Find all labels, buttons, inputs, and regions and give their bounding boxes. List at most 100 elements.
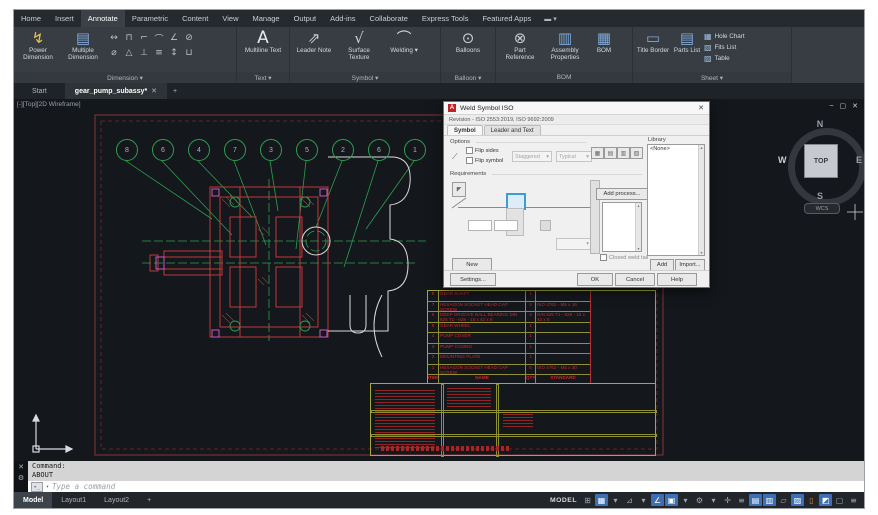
- status-toggle-icon[interactable]: ▦: [595, 494, 608, 506]
- status-toggle-icon[interactable]: ∠: [651, 494, 664, 506]
- multiline-text-button[interactable]: A Multiline Text: [242, 29, 284, 54]
- status-toggle-icon[interactable]: ≡: [847, 494, 860, 506]
- dimension-tool-icon[interactable]: ↔: [107, 31, 121, 45]
- ribbon-tab[interactable]: Annotate: [80, 10, 125, 27]
- panel-footer-dimension[interactable]: Dimension ▾: [14, 72, 236, 83]
- dimension-tool-icon[interactable]: ≡: [152, 46, 166, 60]
- fits-list-button[interactable]: ▧ Fits List: [704, 43, 745, 52]
- balloon-callout[interactable]: 2: [332, 139, 354, 161]
- multiple-dimension-button[interactable]: ▤ Multiple Dimension: [62, 29, 104, 61]
- command-input[interactable]: ▸_ ▾ Type a command: [28, 481, 864, 492]
- tab-leader-and-text[interactable]: Leader and Text: [483, 125, 541, 135]
- viewport-controls-label[interactable]: [-][Top][2D Wireframe]: [17, 101, 81, 108]
- ok-button[interactable]: OK: [577, 273, 613, 286]
- settings-button[interactable]: Settings...: [450, 273, 496, 286]
- symbol-layout-button-2[interactable]: ▤: [604, 147, 617, 159]
- ribbon-tab[interactable]: Collaborate: [363, 10, 415, 27]
- status-toggle-icon[interactable]: ▾: [679, 494, 692, 506]
- balloon-callout[interactable]: 6: [368, 139, 390, 161]
- command-close-icon[interactable]: ✕: [18, 463, 24, 471]
- viewcube-west[interactable]: W: [778, 155, 787, 165]
- status-toggle-icon[interactable]: ▣: [665, 494, 678, 506]
- symbol-layout-button-4[interactable]: ▧: [630, 147, 643, 159]
- parts-list-button[interactable]: ▤ Parts List: [673, 29, 701, 54]
- model-space-canvas[interactable]: [-][Top][2D Wireframe] – ▢ ✕ 8 6 4 7 3 5…: [14, 99, 864, 461]
- power-dimension-button[interactable]: ↯ Power Dimension: [17, 29, 59, 61]
- dialog-title-bar[interactable]: A Weld Symbol ISO ✕: [444, 102, 709, 115]
- status-toggle-icon[interactable]: ⊞: [581, 494, 594, 506]
- balloon-callout[interactable]: 7: [224, 139, 246, 161]
- balloon-callout[interactable]: 8: [116, 139, 138, 161]
- layout-tab[interactable]: Layout2: [95, 492, 138, 508]
- library-listbox[interactable]: <None> ▴ ▾: [647, 144, 705, 256]
- dimension-tool-icon[interactable]: ⌒: [152, 31, 166, 45]
- dimension-tool-icon[interactable]: ⊘: [182, 31, 196, 45]
- status-toggle-icon[interactable]: ▾: [707, 494, 720, 506]
- ribbon-tab[interactable]: Parametric: [125, 10, 175, 27]
- balloon-callout[interactable]: 3: [260, 139, 282, 161]
- status-toggle-icon[interactable]: ▯: [805, 494, 818, 506]
- dimension-tool-icon[interactable]: ↕: [167, 46, 181, 60]
- closed-weld-tail-checkbox[interactable]: Closed weld tail: [600, 254, 648, 261]
- status-toggle-icon[interactable]: ▥: [763, 494, 776, 506]
- panel-footer-symbol[interactable]: Symbol ▾: [290, 72, 440, 83]
- flip-symbol-checkbox[interactable]: Flip symbol: [466, 157, 503, 164]
- bom-button[interactable]: ▦ BOM: [589, 29, 619, 54]
- minimize-icon[interactable]: –: [830, 102, 834, 110]
- customize-wrench-icon[interactable]: ⚙: [18, 474, 24, 482]
- status-toggle-icon[interactable]: ▤: [749, 494, 762, 506]
- close-icon[interactable]: ✕: [852, 102, 858, 110]
- viewcube-south[interactable]: S: [817, 191, 823, 201]
- dimension-tool-icon[interactable]: ⊥: [137, 46, 151, 60]
- command-history[interactable]: Command: ABOUT: [28, 461, 864, 481]
- status-toggle-icon[interactable]: ✛: [721, 494, 734, 506]
- ribbon-tab[interactable]: Express Tools: [415, 10, 476, 27]
- parts-list-table[interactable]: 8 GEAR SHAFT 1 7 HEXAGON SOCKET HEAD CAP…: [427, 290, 656, 384]
- ribbon-tab[interactable]: Featured Apps: [475, 10, 538, 27]
- panel-footer-sheet[interactable]: Sheet ▾: [633, 72, 791, 83]
- status-toggle-icon[interactable]: ▾: [637, 494, 650, 506]
- ribbon-tab[interactable]: View: [215, 10, 245, 27]
- size-field[interactable]: [468, 220, 492, 231]
- symbol-layout-button-3[interactable]: ▥: [617, 147, 630, 159]
- help-button[interactable]: Help: [657, 273, 697, 286]
- panel-footer-text[interactable]: Text ▾: [237, 72, 289, 83]
- balloon-callout[interactable]: 6: [152, 139, 174, 161]
- balloons-button[interactable]: ⊙ Balloons: [447, 29, 489, 54]
- file-tab-drawing[interactable]: gear_pump_subassy* ✕: [64, 83, 168, 99]
- ribbon-tab[interactable]: Insert: [48, 10, 81, 27]
- status-toggle-icon[interactable]: ≡: [735, 494, 748, 506]
- spacer-slot[interactable]: [540, 220, 551, 231]
- status-toggle-icon[interactable]: ⊿: [623, 494, 636, 506]
- viewcube-north[interactable]: N: [817, 119, 824, 129]
- status-toggle-icon[interactable]: ▢: [833, 494, 846, 506]
- process-listbox[interactable]: ▴ ▾: [602, 202, 642, 252]
- ribbon-tab[interactable]: Output: [287, 10, 324, 27]
- typical-dropdown[interactable]: Typical ▾: [556, 151, 592, 162]
- welding-button[interactable]: ⌒ Welding ▾: [383, 29, 425, 54]
- table-button[interactable]: ▨ Table: [704, 54, 745, 63]
- viewcube[interactable]: N S W E TOP: [778, 119, 864, 206]
- title-block[interactable]: [370, 383, 657, 457]
- library-list-item[interactable]: <None>: [648, 145, 704, 153]
- status-toggle-icon[interactable]: ▨: [791, 494, 804, 506]
- status-toggle-icon[interactable]: ▱: [777, 494, 790, 506]
- balloon-callout[interactable]: 4: [188, 139, 210, 161]
- length-field[interactable]: [494, 220, 518, 231]
- dimension-tool-icon[interactable]: ⊔: [182, 46, 196, 60]
- panel-footer-bom[interactable]: BOM: [496, 72, 632, 83]
- cancel-button[interactable]: Cancel: [615, 273, 655, 286]
- part-reference-button[interactable]: ⊗ Part Reference: [499, 29, 541, 61]
- add-process-button[interactable]: Add process...: [596, 188, 648, 200]
- layout-tab[interactable]: Layout1: [52, 492, 95, 508]
- new-drawing-tab-icon[interactable]: +: [167, 83, 183, 99]
- ribbon-collapse-icon[interactable]: ▬ ▾: [538, 10, 562, 27]
- status-toggle-icon[interactable]: ◩: [819, 494, 832, 506]
- balloon-callout[interactable]: 5: [296, 139, 318, 161]
- leader-flag-button[interactable]: ◤: [452, 182, 466, 197]
- status-toggle-icon[interactable]: ⚙: [693, 494, 706, 506]
- hole-chart-button[interactable]: ▦ Hole Chart: [704, 32, 745, 41]
- dimension-tool-icon[interactable]: △: [122, 46, 136, 60]
- ribbon-tab[interactable]: Add-ins: [323, 10, 362, 27]
- ribbon-tab[interactable]: Content: [175, 10, 215, 27]
